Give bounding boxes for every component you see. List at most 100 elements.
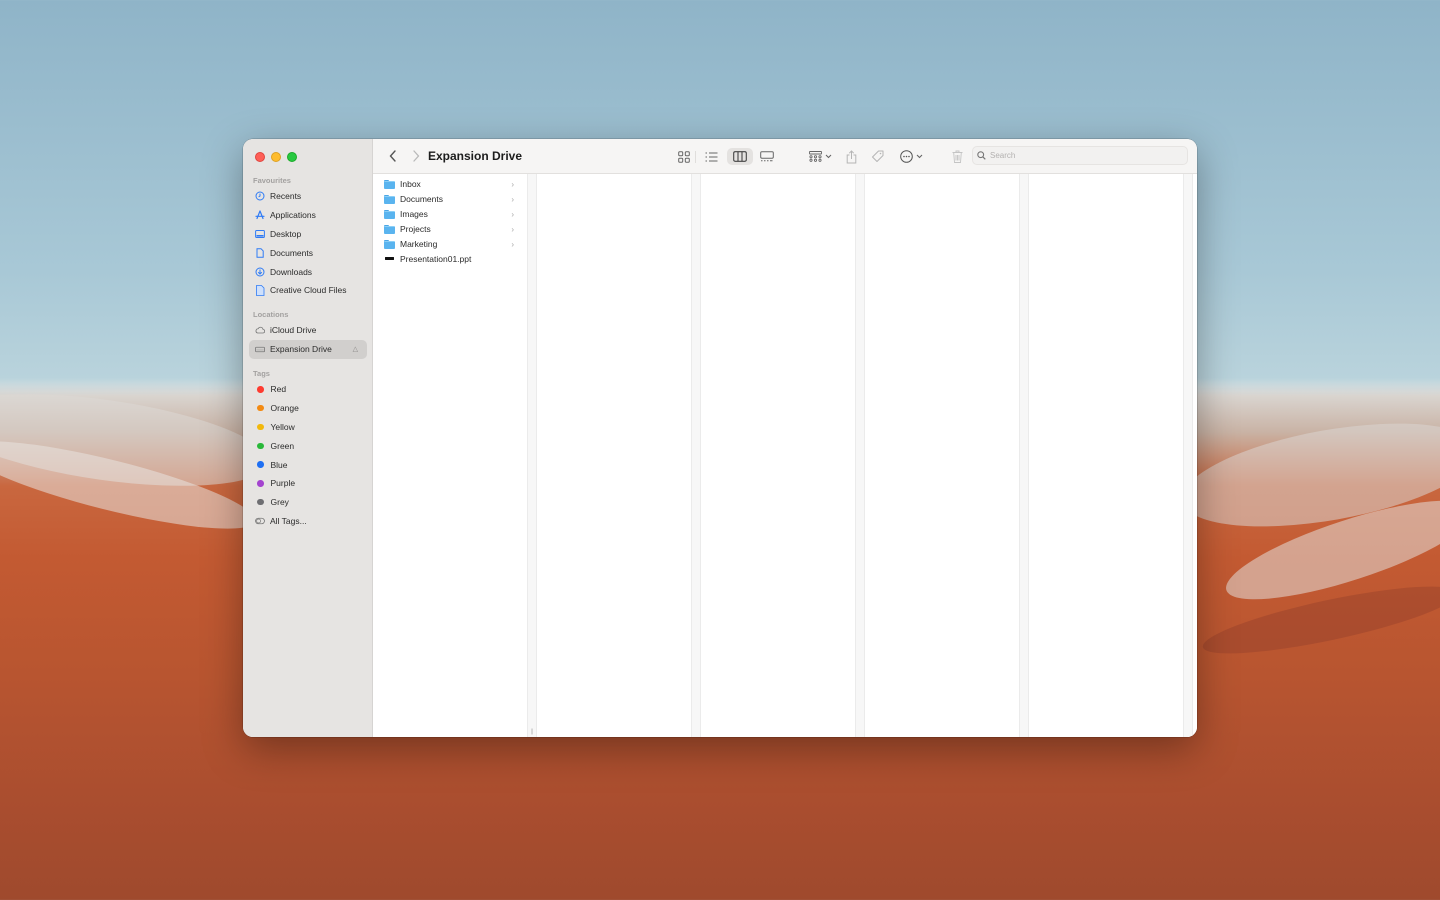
sidebar-item-label: Green <box>270 440 295 451</box>
share-icon <box>846 149 856 163</box>
tag-button[interactable] <box>870 148 884 165</box>
sidebar-item-tag-grey[interactable]: Grey <box>243 493 373 512</box>
download-icon <box>255 267 265 277</box>
minimize-button[interactable] <box>271 152 281 162</box>
eject-icon[interactable]: △ <box>353 345 358 353</box>
favourites-section: Favourites Recents Applications Desktop <box>243 175 373 300</box>
search-field[interactable] <box>972 146 1188 165</box>
list-icon <box>705 151 717 162</box>
toolbar: Expansion Drive <box>373 139 1197 174</box>
tag-color-dot-icon <box>257 461 264 468</box>
sidebar-item-all-tags[interactable]: All Tags... <box>243 512 373 531</box>
column-view-button[interactable] <box>727 148 753 165</box>
sidebar-item-tag-purple[interactable]: Purple <box>243 474 373 493</box>
sidebar-item-tag-yellow[interactable]: Yellow <box>243 418 373 437</box>
list-view-button[interactable] <box>703 148 719 165</box>
tags-section: Tags Red Orange Yellow Green Blue Purple Grey … <box>243 368 373 530</box>
file-icon <box>255 284 265 296</box>
tags-heading: Tags <box>253 369 270 378</box>
column-resize-handle[interactable] <box>691 174 701 737</box>
tag-icon <box>871 150 883 162</box>
sidebar-item-applications[interactable]: Applications <box>243 206 373 225</box>
sidebar-item-label: Orange <box>270 403 299 414</box>
tag-color-dot-icon <box>257 404 264 412</box>
tag-color-dot-icon <box>257 480 264 487</box>
folder-icon <box>384 224 395 234</box>
sidebar-item-expansion-drive[interactable]: Expansion Drive △ <box>249 339 367 359</box>
column-4 <box>865 174 1019 737</box>
zoom-button[interactable] <box>287 152 297 162</box>
file-row[interactable]: Marketing › <box>373 237 527 252</box>
more-actions-button[interactable] <box>898 148 924 165</box>
file-row[interactable]: Presentation01.ppt <box>373 251 527 266</box>
sidebar-item-recents[interactable]: Recents <box>243 187 373 206</box>
file-row[interactable]: Inbox › <box>373 177 527 192</box>
file-name: Images <box>400 209 428 220</box>
sidebar-item-downloads[interactable]: Downloads <box>243 262 373 281</box>
sidebar-item-label: Downloads <box>270 266 313 277</box>
ellipsis-circle-icon <box>899 150 913 163</box>
sidebar-item-tag-orange[interactable]: Orange <box>243 399 373 418</box>
sidebar-item-label: Red <box>270 384 287 395</box>
locations-heading: Locations <box>253 310 289 319</box>
drive-icon <box>255 344 265 354</box>
folder-icon <box>384 194 395 204</box>
sidebar-item-creative-cloud-files[interactable]: Creative Cloud Files <box>243 281 373 300</box>
file-list: Inbox › Documents › Images › Projects › Marketin… <box>373 174 527 266</box>
icon-view-button[interactable] <box>676 148 692 165</box>
chevron-left-icon <box>389 150 396 162</box>
search-input[interactable] <box>990 151 1170 160</box>
close-button[interactable] <box>255 152 265 162</box>
all-tags-icon <box>255 516 265 526</box>
folder-icon <box>384 179 395 189</box>
column-browser: Inbox › Documents › Images › Projects › Marketin… <box>373 174 1197 737</box>
cloud-icon <box>255 325 265 335</box>
sidebar-item-documents[interactable]: Documents <box>243 243 373 262</box>
sidebar-item-label: All Tags... <box>270 515 307 526</box>
gallery-icon <box>760 151 774 162</box>
column-2 <box>537 174 691 737</box>
column-resize-handle[interactable] <box>1019 174 1029 737</box>
columns-icon <box>733 151 747 162</box>
file-row[interactable]: Images › <box>373 207 527 222</box>
chevron-right-icon: › <box>511 224 514 234</box>
chevron-down-icon <box>916 154 922 159</box>
sidebar-item-label: Blue <box>270 459 288 470</box>
sidebar-item-tag-red[interactable]: Red <box>243 380 373 399</box>
column-resize-handle[interactable]: || <box>527 174 537 737</box>
sidebar-item-label: Recents <box>270 191 302 202</box>
sidebar-item-label: Expansion Drive <box>270 344 332 355</box>
group-by-button[interactable] <box>807 148 833 165</box>
column-resize-handle[interactable] <box>855 174 865 737</box>
favourites-heading: Favourites <box>253 176 291 185</box>
locations-section: Locations iCloud Drive Expansion Drive △ <box>243 309 373 359</box>
sidebar-item-tag-green[interactable]: Green <box>243 436 373 455</box>
share-button[interactable] <box>845 148 857 165</box>
back-button[interactable] <box>386 149 400 163</box>
file-row[interactable]: Documents › <box>373 192 527 207</box>
tag-color-dot-icon <box>257 423 264 431</box>
tag-color-dot-icon <box>257 498 264 506</box>
sidebar-item-tag-blue[interactable]: Blue <box>243 455 373 474</box>
grid-icon <box>678 150 690 163</box>
folder-icon <box>384 239 395 249</box>
sidebar-item-label: Yellow <box>270 421 295 432</box>
sidebar-item-icloud-drive[interactable]: iCloud Drive <box>243 321 373 340</box>
finder-window: Favourites Recents Applications Desktop <box>243 139 1197 737</box>
forward-button[interactable] <box>409 149 423 163</box>
file-name: Inbox <box>400 179 421 190</box>
sidebar-item-label: Documents <box>270 247 313 258</box>
sidebar-item-label: Purple <box>270 478 296 489</box>
sidebar: Favourites Recents Applications Desktop <box>243 139 373 737</box>
group-grid-icon <box>808 151 822 162</box>
column-resize-handle[interactable] <box>1183 174 1193 737</box>
column-5 <box>1029 174 1183 737</box>
column-3 <box>701 174 855 737</box>
document-icon <box>255 247 265 258</box>
trash-button[interactable] <box>951 148 963 165</box>
file-name: Marketing <box>400 239 438 249</box>
chevron-right-icon: › <box>511 239 514 249</box>
gallery-view-button[interactable] <box>759 148 775 165</box>
file-row[interactable]: Projects › <box>373 222 527 237</box>
sidebar-item-desktop[interactable]: Desktop <box>243 225 373 244</box>
